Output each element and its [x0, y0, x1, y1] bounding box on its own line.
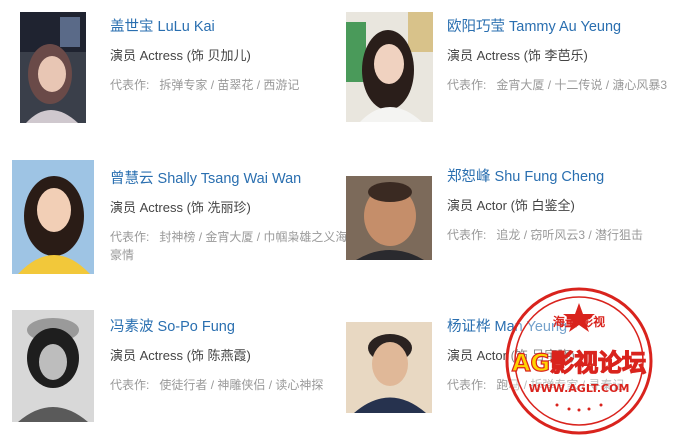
- cast-role: 演员 Actress (饰 冼丽珍): [110, 200, 251, 215]
- works-label: 代表作:: [110, 230, 150, 244]
- works-label: 代表作:: [110, 78, 150, 92]
- works-label: 代表作:: [110, 378, 150, 392]
- cast-card[interactable]: 杨证桦 Man Yeung 演员 Actor (饰 吕宇晓) 代表作: 跑马 /…: [346, 319, 677, 442]
- cast-works: 代表作: 封神榜 / 金宵大厦 / 巾帼枭雄之义海豪情: [110, 228, 352, 264]
- cast-name[interactable]: 杨证桦 Man Yeung: [447, 318, 677, 336]
- cast-card[interactable]: 郑恕峰 Shu Fung Cheng 演员 Actor (饰 白鉴全) 代表作:…: [346, 169, 677, 296]
- cast-works: 代表作: 金宵大厦 / 十二传说 / 溏心风暴3: [447, 76, 677, 94]
- works-label: 代表作:: [447, 78, 487, 92]
- cast-photo[interactable]: [12, 160, 94, 274]
- cast-card[interactable]: 欧阳巧莹 Tammy Au Yeung 演员 Actress (饰 李芭乐) 代…: [346, 12, 676, 132]
- cast-role: 演员 Actress (饰 贝加儿): [110, 48, 251, 63]
- cast-name[interactable]: 盖世宝 LuLu Kai: [110, 18, 340, 36]
- cast-role: 演员 Actor (饰 吕宇晓): [447, 348, 575, 363]
- cast-photo[interactable]: [20, 12, 86, 123]
- works-links[interactable]: 金宵大厦 / 十二传说 / 溏心风暴3: [496, 78, 667, 92]
- cast-photo[interactable]: [346, 176, 432, 260]
- cast-role: 演员 Actress (饰 陈燕霞): [110, 348, 251, 363]
- cast-works: 代表作: 使徒行者 / 神雕侠侣 / 读心神探: [110, 376, 340, 394]
- cast-card[interactable]: 盖世宝 LuLu Kai 演员 Actress (饰 贝加儿) 代表作: 拆弹专…: [20, 12, 350, 132]
- cast-photo[interactable]: [346, 322, 432, 413]
- cast-role: 演员 Actress (饰 李芭乐): [447, 48, 588, 63]
- works-links[interactable]: 追龙 / 窃听风云3 / 潜行狙击: [496, 228, 643, 242]
- cast-name[interactable]: 曾慧云 Shally Tsang Wai Wan: [110, 170, 352, 188]
- works-links[interactable]: 使徒行者 / 神雕侠侣 / 读心神探: [159, 378, 323, 392]
- cast-card[interactable]: 冯素波 So-Po Fung 演员 Actress (饰 陈燕霞) 代表作: 使…: [12, 310, 342, 430]
- works-label: 代表作:: [447, 228, 487, 242]
- cast-works: 代表作: 拆弹专家 / 苗翠花 / 西游记: [110, 76, 340, 94]
- cast-photo[interactable]: [346, 12, 433, 122]
- cast-name[interactable]: 欧阳巧莹 Tammy Au Yeung: [447, 18, 677, 36]
- works-links[interactable]: 拆弹专家 / 苗翠花 / 西游记: [159, 78, 299, 92]
- cast-role: 演员 Actor (饰 白鉴全): [447, 198, 575, 213]
- works-links[interactable]: 跑马 / 拆弹专家 / 寻秦记: [496, 378, 624, 392]
- cast-name[interactable]: 冯素波 So-Po Fung: [110, 318, 340, 336]
- cast-card[interactable]: 曾慧云 Shally Tsang Wai Wan 演员 Actress (饰 冼…: [12, 160, 347, 280]
- cast-works: 代表作: 追龙 / 窃听风云3 / 潜行狙击: [447, 226, 677, 244]
- cast-name[interactable]: 郑恕峰 Shu Fung Cheng: [447, 168, 677, 186]
- cast-works: 代表作: 跑马 / 拆弹专家 / 寻秦记: [447, 376, 677, 394]
- works-label: 代表作:: [447, 378, 487, 392]
- cast-photo[interactable]: [12, 310, 94, 422]
